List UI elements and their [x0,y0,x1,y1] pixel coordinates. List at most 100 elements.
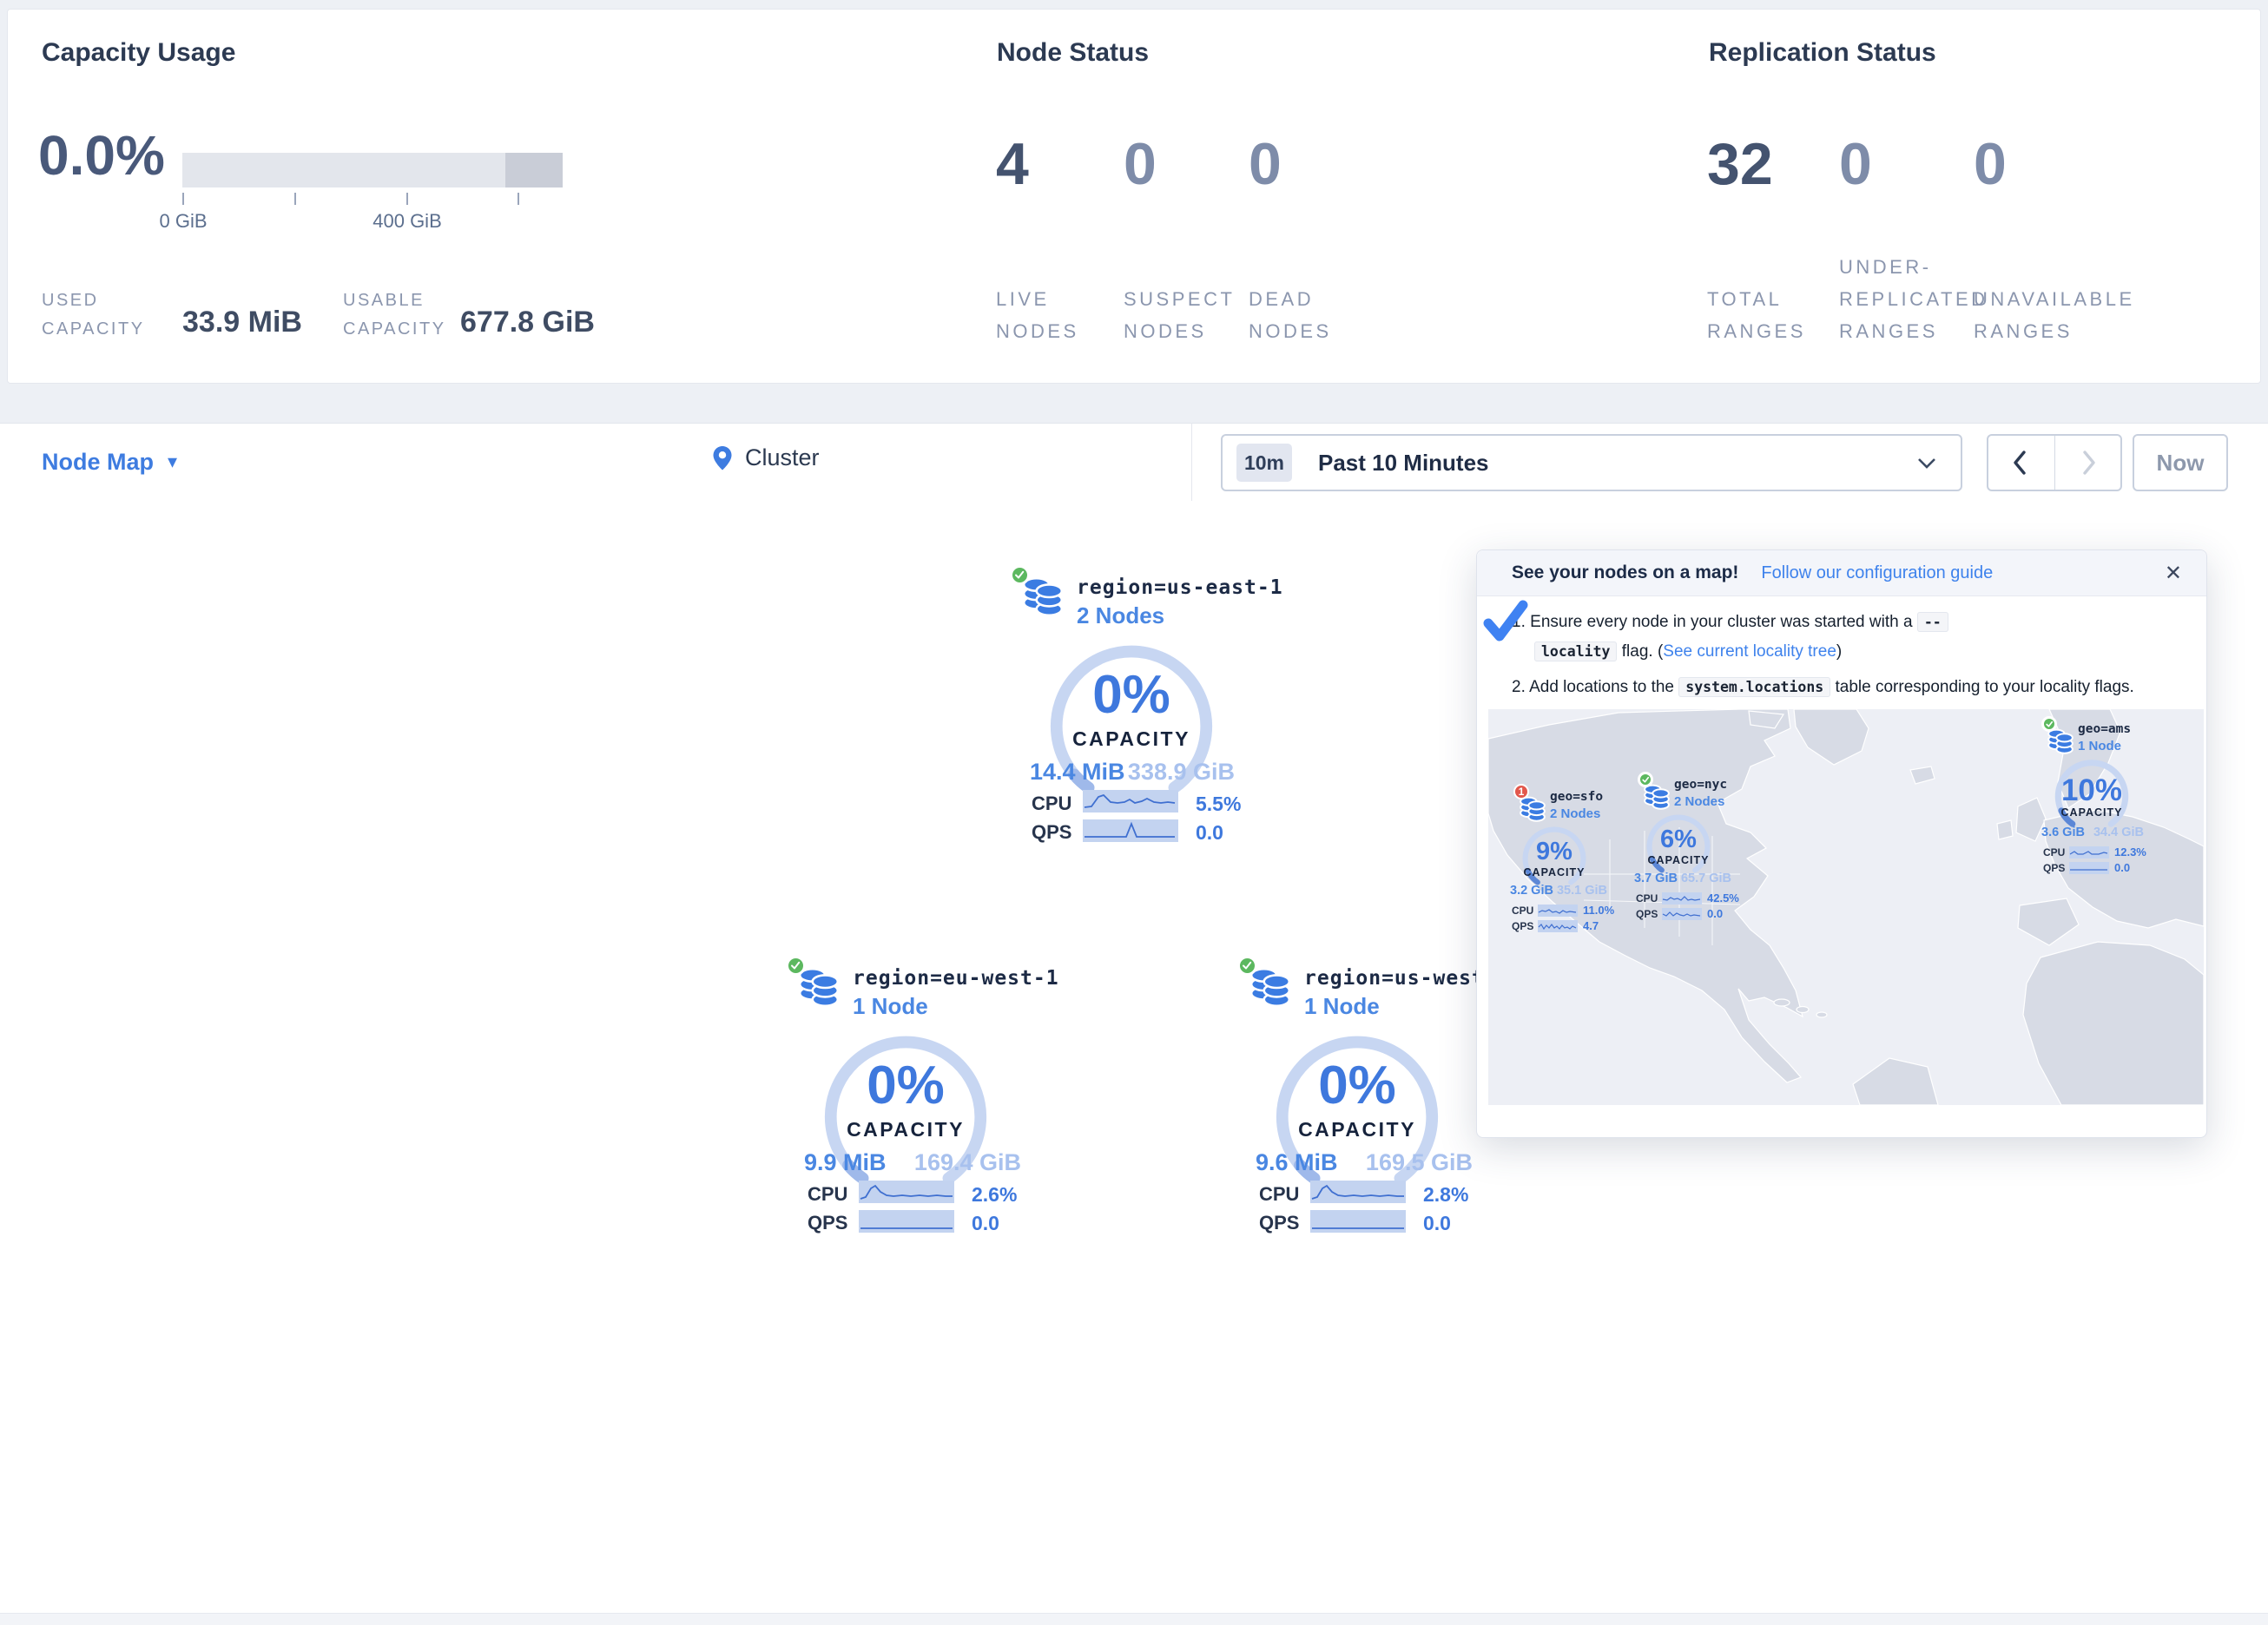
step2: 2. Add locations to the system.locations… [1512,673,2180,702]
cpu-label: CPU [1512,905,1538,917]
qps-value: 0.0 [1423,1212,1451,1235]
region-capacity-label: CAPACITY [1045,727,1218,751]
axis-tick [518,193,519,205]
used-capacity-label: USED CAPACITY [42,286,159,344]
cpu-sparkline [1083,790,1178,812]
time-range-selector[interactable]: 10m Past 10 Minutes [1221,434,1962,491]
region-capacity-values: 9.9 MiB 169.4 GiB [804,1149,1021,1176]
region-used-capacity: 9.9 MiB [804,1149,887,1176]
qps-row: QPS 0.0 [2043,861,2130,874]
cpu-label: CPU [1259,1183,1299,1206]
breadcrumb[interactable]: Cluster [712,444,820,471]
region-capacity-percent: 0% [1046,664,1216,726]
healthy-check-icon [1638,772,1653,787]
close-icon[interactable]: ✕ [2165,561,2182,586]
time-range-label: Past 10 Minutes [1318,450,1489,477]
pager-divider [2054,436,2055,490]
qps-value: 4.7 [1583,919,1599,932]
used: 3.2 GiB [1510,884,1553,898]
popup-header: See your nodes on a map! Follow our conf… [1477,550,2206,596]
region-node-count: 2 Nodes [1077,602,1164,629]
used: 3.7 GiB [1634,872,1678,885]
qps-row: QPS 0.0 [1636,907,1723,920]
view-selector-node-map[interactable]: Node Map ▾ [42,446,177,477]
database-icon [797,965,841,1010]
qps-value: 0.0 [1707,907,1723,920]
step2-number: 2. [1512,678,1526,696]
total: 34.4 GiB [2093,826,2144,839]
qps-value: 0.0 [2114,861,2130,874]
dead-nodes-label: DEAD NODES [1249,283,1353,347]
healthy-check-icon [786,956,806,976]
cpu-value: 12.3% [2114,845,2146,859]
cpu-value: 2.8% [1423,1183,1468,1207]
usable-capacity-label: USABLE CAPACITY [343,286,473,344]
unavailable-count: 0 [1974,130,2007,198]
time-prev-button[interactable] [2013,451,2027,475]
step1-mid: flag. ( [1622,642,1664,661]
used-capacity-value: 33.9 MiB [182,306,302,339]
cpu-sparkline [1538,905,1578,917]
qps-value: 0.0 [972,1212,999,1235]
capacity-usage-bar-used-segment [505,153,563,188]
chevron-down-icon: ▾ [168,451,177,473]
breadcrumb-cluster-label: Cluster [745,444,820,471]
database-icon [2047,727,2074,756]
qps-sparkline [1662,908,1702,920]
replication-status-title: Replication Status [1709,38,1936,68]
step1-line2: locality flag. (See current locality tre… [1534,642,1842,661]
capacity-usage-percent: 0.0% [38,123,165,188]
cpu-value: 42.5% [1707,891,1739,905]
database-icon [1021,575,1065,620]
view-selector-label: Node Map [42,449,154,476]
map-node-name: geo=nyc [1674,778,1727,792]
live-nodes-count: 4 [996,130,1029,198]
map-node-capacity-values: 3.6 GiB 34.4 GiB [2041,826,2144,839]
qps-label: QPS [1636,908,1662,920]
database-icon [1643,783,1671,812]
qps-label: QPS [2043,862,2069,874]
toolbar-divider [1191,423,1192,501]
map-pin-icon [712,445,733,471]
locality-tree-link[interactable]: See current locality tree [1663,642,1836,661]
now-button[interactable]: Now [2133,434,2228,491]
map-node-capacity-values: 3.7 GiB 65.7 GiB [1634,872,1731,885]
cpu-sparkline [2069,846,2109,859]
time-range-badge: 10m [1236,444,1292,482]
cpu-row: CPU 11.0% [1512,904,1614,917]
healthy-check-icon [1237,956,1257,976]
suspect-nodes-label: SUSPECT NODES [1124,283,1245,347]
code-chip: -- [1917,612,1948,632]
suspect-nodes-count: 0 [1124,130,1157,198]
node-status-title: Node Status [997,38,1149,68]
unavailable-label: UNAVAILABLE RANGES [1974,283,2156,347]
healthy-check-icon [2041,716,2057,732]
region-total-capacity: 338.9 GiB [1128,759,1235,786]
map-node-percent: 9% [1521,838,1587,866]
cpu-sparkline [859,1181,954,1203]
capacity-usage-title: Capacity Usage [42,38,235,68]
map-node-name: geo=sfo [1550,790,1603,804]
map-node-capacity-label: CAPACITY [1639,854,1717,866]
map-node-capacity-values: 3.2 GiB 35.1 GiB [1510,884,1607,898]
time-next-button[interactable] [2082,451,2096,475]
cpu-value: 5.5% [1196,793,1241,816]
region-capacity-percent: 0% [1272,1055,1442,1116]
region-used-capacity: 9.6 MiB [1256,1149,1338,1176]
region-capacity-values: 14.4 MiB 338.9 GiB [1030,759,1235,786]
region-capacity-label: CAPACITY [1270,1118,1444,1141]
cpu-value: 2.6% [972,1183,1017,1207]
qps-row: QPS 4.7 [1512,919,1599,932]
qps-label: QPS [1032,821,1071,844]
region-capacity-label: CAPACITY [819,1118,992,1141]
map-node-count: 2 Nodes [1550,806,1600,821]
popup-title: See your nodes on a map! [1512,562,1738,583]
total: 35.1 GiB [1557,884,1607,898]
axis-tick-label: 400 GiB [364,210,451,233]
capacity-usage-bar [182,153,563,188]
region-used-capacity: 14.4 MiB [1030,759,1125,786]
healthy-check-icon [1010,565,1030,585]
configuration-guide-link[interactable]: Follow our configuration guide [1761,563,1993,583]
qps-sparkline [1310,1210,1406,1233]
step1-line1: 1. Ensure every node in your cluster was… [1512,613,1948,632]
